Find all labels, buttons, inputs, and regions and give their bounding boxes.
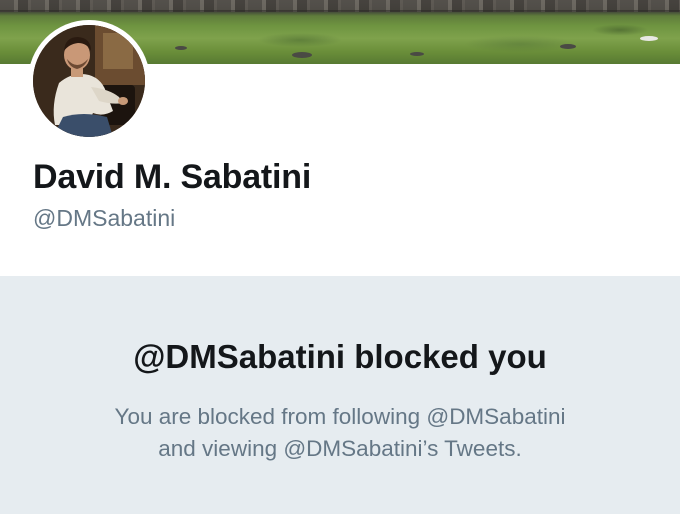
profile-username: @DMSabatini bbox=[33, 205, 176, 231]
banner-rock-detail bbox=[410, 52, 424, 56]
banner-rock-detail bbox=[292, 52, 312, 58]
banner-rock-detail bbox=[175, 46, 187, 50]
blocked-notice-title: @DMSabatini blocked you bbox=[133, 338, 547, 375]
banner-rock-detail bbox=[560, 44, 576, 49]
blocked-notice-message-line-1: You are blocked from following @DMSabati… bbox=[114, 404, 566, 429]
avatar-person-illustration bbox=[33, 25, 145, 137]
blocked-notice-panel bbox=[0, 276, 680, 514]
blocked-notice-message-line-2: and viewing @DMSabatini’s Tweets. bbox=[158, 436, 522, 461]
banner-rock-detail bbox=[640, 36, 658, 41]
banner-shade-detail bbox=[0, 10, 680, 16]
avatar[interactable] bbox=[28, 20, 150, 142]
avatar-photo bbox=[33, 25, 145, 137]
profile-page: David M. Sabatini @DMSabatini @DMSabatin… bbox=[0, 0, 680, 514]
profile-display-name: David M. Sabatini bbox=[33, 158, 312, 196]
